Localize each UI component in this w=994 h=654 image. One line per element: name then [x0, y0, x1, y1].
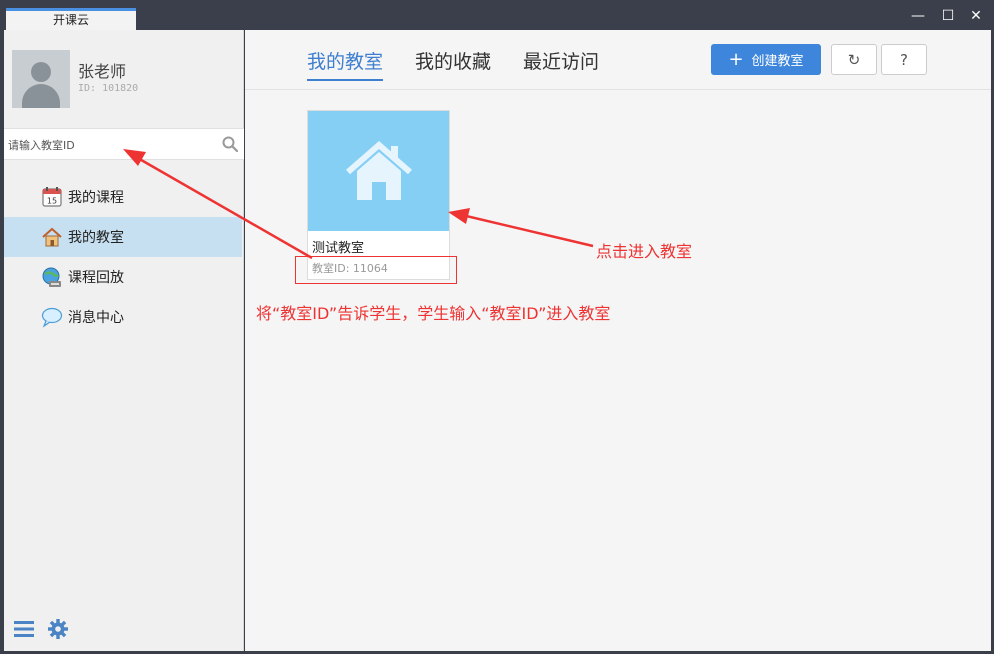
sidebar-item-course-playback[interactable]: 课程回放 [4, 257, 242, 297]
tab-my-classrooms[interactable]: 我的教室 [307, 47, 384, 81]
calendar-icon: 15 [42, 187, 62, 207]
house-icon [42, 227, 62, 247]
avatar-body-shape [22, 84, 60, 108]
main-panel: 我的教室 我的收藏 最近访问 + 创建教室 ↻ ? 测试教室 教室ID: 110… [245, 30, 991, 651]
refresh-button[interactable]: ↻ [831, 44, 877, 75]
sidebar-item-label: 我的课程 [68, 190, 124, 206]
help-icon: ? [900, 50, 908, 69]
calendar-day-text: 15 [47, 197, 57, 206]
window-title-tab[interactable]: 开课云 [6, 8, 136, 30]
globe-playback-icon [42, 267, 61, 287]
sidebar-item-label: 课程回放 [68, 270, 124, 286]
refresh-icon: ↻ [847, 50, 861, 69]
classroom-thumbnail[interactable] [308, 111, 449, 231]
sidebar-item-my-courses[interactable]: 15 我的课程 [4, 177, 242, 217]
menu-icon[interactable] [13, 618, 35, 640]
title-bar: 开课云 — ☐ ✕ [0, 0, 994, 30]
plus-icon: + [728, 48, 744, 70]
sidebar-item-label: 我的教室 [68, 230, 124, 246]
classroom-card[interactable]: 测试教室 教室ID: 11064 [307, 110, 450, 280]
teacher-id: ID: 101820 [78, 83, 139, 94]
house-icon [345, 141, 412, 200]
create-classroom-button[interactable]: + 创建教室 [711, 44, 821, 75]
search-bar [4, 128, 244, 160]
tab-bar: 我的教室 我的收藏 最近访问 + 创建教室 ↻ ? [245, 30, 991, 90]
classroom-id-search-input[interactable] [8, 133, 213, 157]
sidebar-bottom-tools [13, 618, 69, 642]
sidebar: 张老师 ID: 101820 15 我的课程 我的教室 [4, 30, 244, 651]
classroom-title: 测试教室 [312, 241, 365, 256]
share-hint-annotation: 将“教室ID”告诉学生，学生输入“教室ID”进入教室 [256, 304, 611, 323]
sidebar-item-message-center[interactable]: 消息中心 [4, 297, 242, 337]
avatar[interactable] [12, 50, 70, 108]
help-button[interactable]: ? [881, 44, 927, 75]
tab-my-favorites[interactable]: 我的收藏 [415, 47, 491, 79]
teacher-name: 张老师 [78, 62, 127, 81]
user-profile: 张老师 ID: 101820 [4, 30, 244, 128]
click-hint-annotation: 点击进入教室 [596, 242, 693, 261]
gear-icon[interactable] [47, 618, 69, 640]
search-icon[interactable] [222, 136, 238, 152]
minimize-button[interactable]: — [908, 6, 928, 26]
message-bubble-icon [41, 307, 63, 328]
classroom-id-highlight-box [295, 256, 457, 284]
tab-recent-visits[interactable]: 最近访问 [523, 47, 599, 79]
sidebar-item-label: 消息中心 [68, 310, 124, 326]
create-classroom-label: 创建教室 [751, 54, 804, 69]
maximize-button[interactable]: ☐ [938, 6, 958, 26]
sidebar-nav: 15 我的课程 我的教室 课程回放 消息中心 [4, 177, 244, 337]
sidebar-item-my-classrooms[interactable]: 我的教室 [4, 217, 242, 257]
avatar-head-shape [31, 62, 51, 82]
close-button[interactable]: ✕ [966, 6, 986, 26]
